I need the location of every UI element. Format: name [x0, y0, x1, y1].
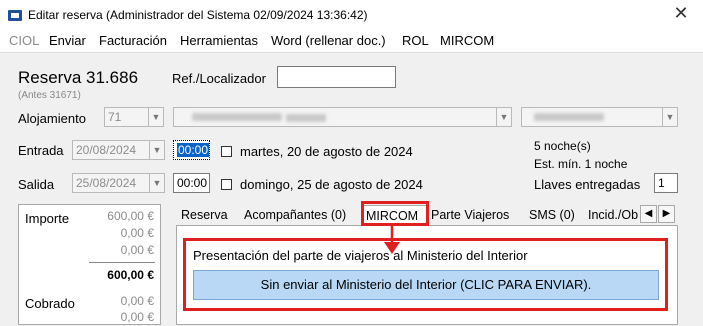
tab-scroll-arrows: ◀ ▶: [640, 205, 676, 223]
cobrado-value: 0,00 €: [120, 294, 154, 308]
menu-mircom[interactable]: MIRCOM: [440, 33, 494, 48]
nights-count: 5 noche(s): [534, 139, 591, 153]
importe-value: 0,00 €: [120, 226, 154, 240]
entrada-label: Entrada: [18, 143, 64, 158]
importe-value: 600,00 €: [107, 209, 154, 223]
alojamiento-name-dropdown-icon[interactable]: ▼: [496, 107, 512, 127]
entrada-calendar-dropdown-icon[interactable]: ▼: [149, 140, 165, 160]
alojamiento-extra-dropdown-icon[interactable]: ▼: [662, 107, 678, 127]
menu-rol[interactable]: ROL: [402, 33, 429, 48]
alojamiento-extra-field[interactable]: [521, 107, 678, 127]
tab-parte-viajeros[interactable]: Parte Viajeros: [427, 205, 513, 225]
cobrado-value: 0,00 €: [120, 310, 154, 324]
close-icon[interactable]: ✕: [670, 3, 692, 24]
amounts-panel: Importe 600,00 € 0,00 € 0,00 € 600,00 € …: [18, 204, 161, 325]
title-bar: Editar reserva (Administrador del Sistem…: [0, 0, 703, 30]
tab-incidencias[interactable]: Incid./Ob: [584, 205, 642, 225]
entrada-checkbox[interactable]: [221, 146, 232, 157]
salida-date-text: domingo, 25 de agosto de 2024: [240, 177, 423, 192]
tab-sms[interactable]: SMS (0): [525, 205, 579, 225]
menu-bar: CIOL Enviar Facturación Herramientas Wor…: [0, 30, 703, 52]
red-arrow-icon: [384, 226, 400, 254]
salida-checkbox[interactable]: [221, 179, 232, 190]
tab-prev-icon[interactable]: ◀: [640, 205, 657, 223]
mircom-panel-highlight: [183, 238, 668, 311]
ref-input[interactable]: [277, 66, 396, 88]
ref-label: Ref./Localizador: [172, 71, 266, 86]
keys-label: Llaves entregadas: [534, 177, 641, 192]
alojamiento-dropdown-icon[interactable]: ▼: [148, 107, 164, 127]
importe-label: Importe: [25, 211, 70, 226]
alojamiento-label: Alojamiento: [18, 111, 86, 126]
menu-herramientas[interactable]: Herramientas: [180, 33, 258, 48]
entrada-time-value: 00:00: [177, 143, 209, 157]
importe-total: 600,00 €: [107, 268, 154, 282]
tab-reserva[interactable]: Reserva: [177, 205, 232, 225]
window-title: Editar reserva (Administrador del Sistem…: [28, 8, 368, 22]
menu-facturacion[interactable]: Facturación: [99, 33, 167, 48]
importe-value: 0,00 €: [120, 243, 154, 257]
keys-input[interactable]: 1: [654, 173, 678, 193]
importe-total-divider: [89, 262, 155, 263]
salida-time-field[interactable]: 00:00: [173, 173, 210, 193]
entrada-time-field[interactable]: 00:00: [173, 140, 210, 160]
menu-ciol[interactable]: CIOL: [9, 33, 39, 48]
salida-calendar-dropdown-icon[interactable]: ▼: [149, 173, 165, 193]
tab-next-icon[interactable]: ▶: [658, 205, 675, 223]
previous-reservation-note: (Antes 31671): [18, 90, 81, 101]
entrada-date-text: martes, 20 de agosto de 2024: [240, 144, 413, 159]
minimum-stay: Est. mín. 1 noche: [534, 157, 628, 171]
tab-acompanantes[interactable]: Acompañantes (0): [240, 205, 350, 225]
cobrado-label: Cobrado: [25, 296, 75, 311]
alojamiento-name-field[interactable]: [173, 107, 512, 127]
menu-word[interactable]: Word (rellenar doc.): [271, 33, 386, 48]
mircom-tab-highlight: [361, 201, 429, 226]
salida-label: Salida: [18, 177, 55, 192]
menu-enviar[interactable]: Enviar: [49, 33, 86, 48]
app-icon: [8, 10, 22, 21]
reservation-title: Reserva 31.686: [18, 68, 139, 87]
